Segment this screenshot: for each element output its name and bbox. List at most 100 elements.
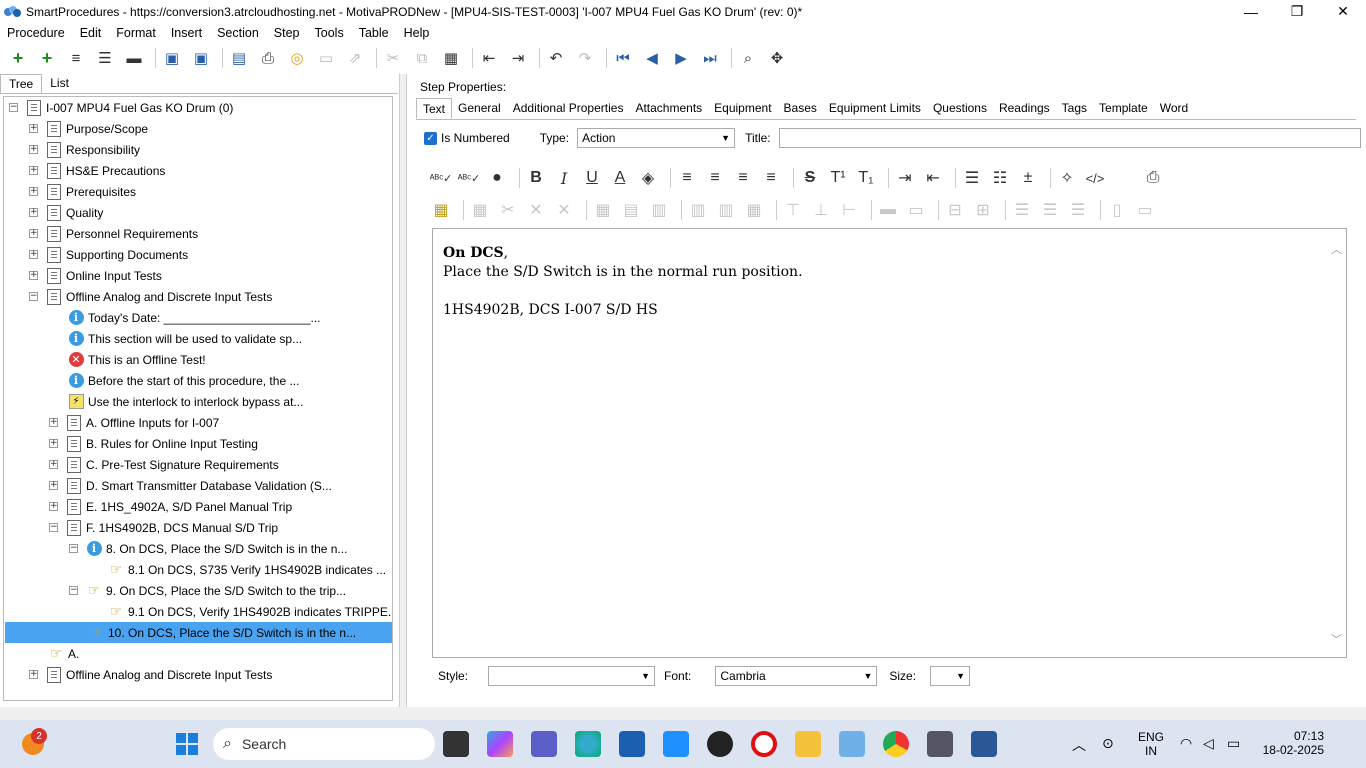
teams-icon[interactable] xyxy=(531,731,557,757)
bold-icon[interactable]: B xyxy=(525,166,547,190)
cell-style-icon[interactable]: ▥ xyxy=(648,198,670,222)
close-button[interactable]: ✕ xyxy=(1320,0,1366,23)
step-text-editor[interactable]: On DCS, Place the S/D Switch is in the n… xyxy=(432,228,1347,658)
valign-middle-icon[interactable]: ☰ xyxy=(1039,198,1061,222)
expand-icon[interactable]: + xyxy=(49,418,58,427)
italic-icon[interactable]: I xyxy=(553,166,575,190)
tab-questions[interactable]: Questions xyxy=(927,98,993,119)
is-numbered-checkbox[interactable]: ✓ xyxy=(424,131,437,145)
expand-icon[interactable]: + xyxy=(29,187,38,196)
collapse-icon[interactable]: − xyxy=(9,103,18,112)
menu-section[interactable]: Section xyxy=(217,26,259,40)
outdent-icon[interactable]: ⇤ xyxy=(477,46,501,70)
insert-column-right-icon[interactable]: ▥ xyxy=(715,198,737,222)
tree-step-selected[interactable]: ☞ 10. On DCS, Place the S/D Switch is in … xyxy=(5,622,392,643)
tree-step[interactable]: i This section will be used to validate s… xyxy=(68,328,302,349)
expand-icon[interactable]: + xyxy=(29,229,38,238)
battery-icon[interactable]: ▭ xyxy=(1227,735,1240,752)
subscript-icon[interactable]: T₁ xyxy=(855,166,877,190)
insert-column-left-icon[interactable]: ▥ xyxy=(687,198,709,222)
list-icon[interactable]: ≡ xyxy=(64,46,88,70)
volume-icon[interactable]: ◁ xyxy=(1203,735,1214,752)
minimize-button[interactable]: — xyxy=(1228,0,1274,23)
split-horizontal-icon[interactable]: ⊟ xyxy=(944,198,966,222)
start-icon[interactable] xyxy=(176,733,198,755)
tree-step[interactable]: ⚡ Use the interlock to interlock bypass a… xyxy=(68,391,303,412)
column-width-icon[interactable]: ▯ xyxy=(1106,198,1128,222)
spellcheck-all-icon[interactable]: ᴬᴮᶜ✓ xyxy=(458,166,481,190)
save-all-icon[interactable]: ▣ xyxy=(160,46,184,70)
taskbar-search[interactable]: ⌕ Search xyxy=(213,728,435,760)
tab-additional-properties[interactable]: Additional Properties xyxy=(507,98,630,119)
delete-table-icon[interactable]: ✂ xyxy=(497,198,519,222)
split-cell-icon[interactable]: ⊢ xyxy=(838,198,860,222)
menu-step[interactable]: Step xyxy=(274,26,300,40)
print-icon[interactable]: ⎙ xyxy=(1142,166,1164,190)
expand-icon[interactable]: + xyxy=(29,271,38,280)
menu-help[interactable]: Help xyxy=(404,26,430,40)
table-properties-icon[interactable]: ▦ xyxy=(469,198,491,222)
expand-icon[interactable]: + xyxy=(49,481,58,490)
collapse-icon[interactable]: − xyxy=(29,292,38,301)
indent-icon[interactable]: ⇥ xyxy=(894,166,916,190)
html-source-icon[interactable]: </> xyxy=(1084,166,1106,190)
tab-general[interactable]: General xyxy=(452,98,507,119)
print-icon[interactable]: ⎙ xyxy=(256,46,280,70)
power-automate-icon[interactable] xyxy=(663,731,689,757)
cut-icon[interactable]: ✂ xyxy=(381,46,405,70)
panel-splitter[interactable] xyxy=(399,74,407,707)
restore-button[interactable]: ❐ xyxy=(1274,0,1320,23)
list-detail-icon[interactable]: ☰ xyxy=(93,46,117,70)
tab-list[interactable]: List xyxy=(42,74,77,93)
align-right-icon[interactable]: ≡ xyxy=(732,166,754,190)
expand-icon[interactable]: + xyxy=(29,250,38,259)
tab-bases[interactable]: Bases xyxy=(778,98,823,119)
tree-subsection[interactable]: + A. Offline Inputs for I-007 xyxy=(49,412,219,433)
tree-step[interactable]: − i 8. On DCS, Place the S/D Switch is in … xyxy=(69,538,347,559)
expand-icon[interactable]: + xyxy=(29,124,38,133)
size-select[interactable]: ▼ xyxy=(930,666,971,686)
menu-table[interactable]: Table xyxy=(359,26,389,40)
tab-attachments[interactable]: Attachments xyxy=(629,98,708,119)
menu-procedure[interactable]: Procedure xyxy=(7,26,65,40)
insert-row-below-icon[interactable]: ⊥ xyxy=(810,198,832,222)
tree-section[interactable]: + Responsibility xyxy=(29,139,140,160)
menu-insert[interactable]: Insert xyxy=(171,26,202,40)
valign-top-icon[interactable]: ☰ xyxy=(1011,198,1033,222)
last-step-icon[interactable]: ⏭ xyxy=(698,46,722,70)
scroll-down-icon[interactable]: ﹀ xyxy=(1331,631,1342,647)
redo-icon[interactable]: ↷ xyxy=(573,46,597,70)
delete-row-icon[interactable]: ✕ xyxy=(525,198,547,222)
tree-step[interactable]: i Today's Date: ______________________... xyxy=(68,307,321,328)
tree-section[interactable]: − Offline Analog and Discrete Input Tests xyxy=(29,286,272,307)
tree-step[interactable]: ☞ 9.1 On DCS, Verify 1HS4902B indicates T… xyxy=(108,601,392,622)
outdent-icon[interactable]: ⇤ xyxy=(922,166,944,190)
file-explorer-icon[interactable] xyxy=(795,731,821,757)
remove-icon[interactable]: ▬ xyxy=(122,46,146,70)
type-select[interactable]: Action ▼ xyxy=(577,128,736,148)
tab-readings[interactable]: Readings xyxy=(993,98,1056,119)
chrome-icon[interactable] xyxy=(883,731,909,757)
tab-equipment[interactable]: Equipment xyxy=(708,98,777,119)
undo-icon[interactable]: ↶ xyxy=(544,46,568,70)
clock[interactable]: 07:13 18-02-2025 xyxy=(1260,729,1324,757)
highlight-icon[interactable]: ● xyxy=(486,166,508,190)
delete-cells-icon[interactable]: ▦ xyxy=(743,198,765,222)
split-vertical-icon[interactable]: ⊞ xyxy=(972,198,994,222)
tree-section[interactable]: + Personnel Requirements xyxy=(29,223,198,244)
edge-icon[interactable] xyxy=(575,731,601,757)
style-select[interactable]: ▼ xyxy=(488,666,656,686)
save-icon[interactable]: ▣ xyxy=(189,46,213,70)
tree-step[interactable]: ☞ 8.1 On DCS, S735 Verify 1HS4902B indica… xyxy=(108,559,386,580)
wifi-icon[interactable]: ◠ xyxy=(1180,735,1192,752)
insert-table-icon[interactable]: ▦ xyxy=(430,198,452,222)
insert-row-above-icon[interactable]: ⊤ xyxy=(782,198,804,222)
expand-icon[interactable]: + xyxy=(29,670,38,679)
tab-word[interactable]: Word xyxy=(1154,98,1194,119)
spellcheck-icon[interactable]: ᴬᴮᶜ✓ xyxy=(430,166,453,190)
valign-bottom-icon[interactable]: ☰ xyxy=(1067,198,1089,222)
tree-section[interactable]: + Online Input Tests xyxy=(29,265,162,286)
tree-section[interactable]: + Purpose/Scope xyxy=(29,118,148,139)
add-icon[interactable]: + xyxy=(6,46,30,70)
tree-section[interactable]: + HS&E Precautions xyxy=(29,160,165,181)
